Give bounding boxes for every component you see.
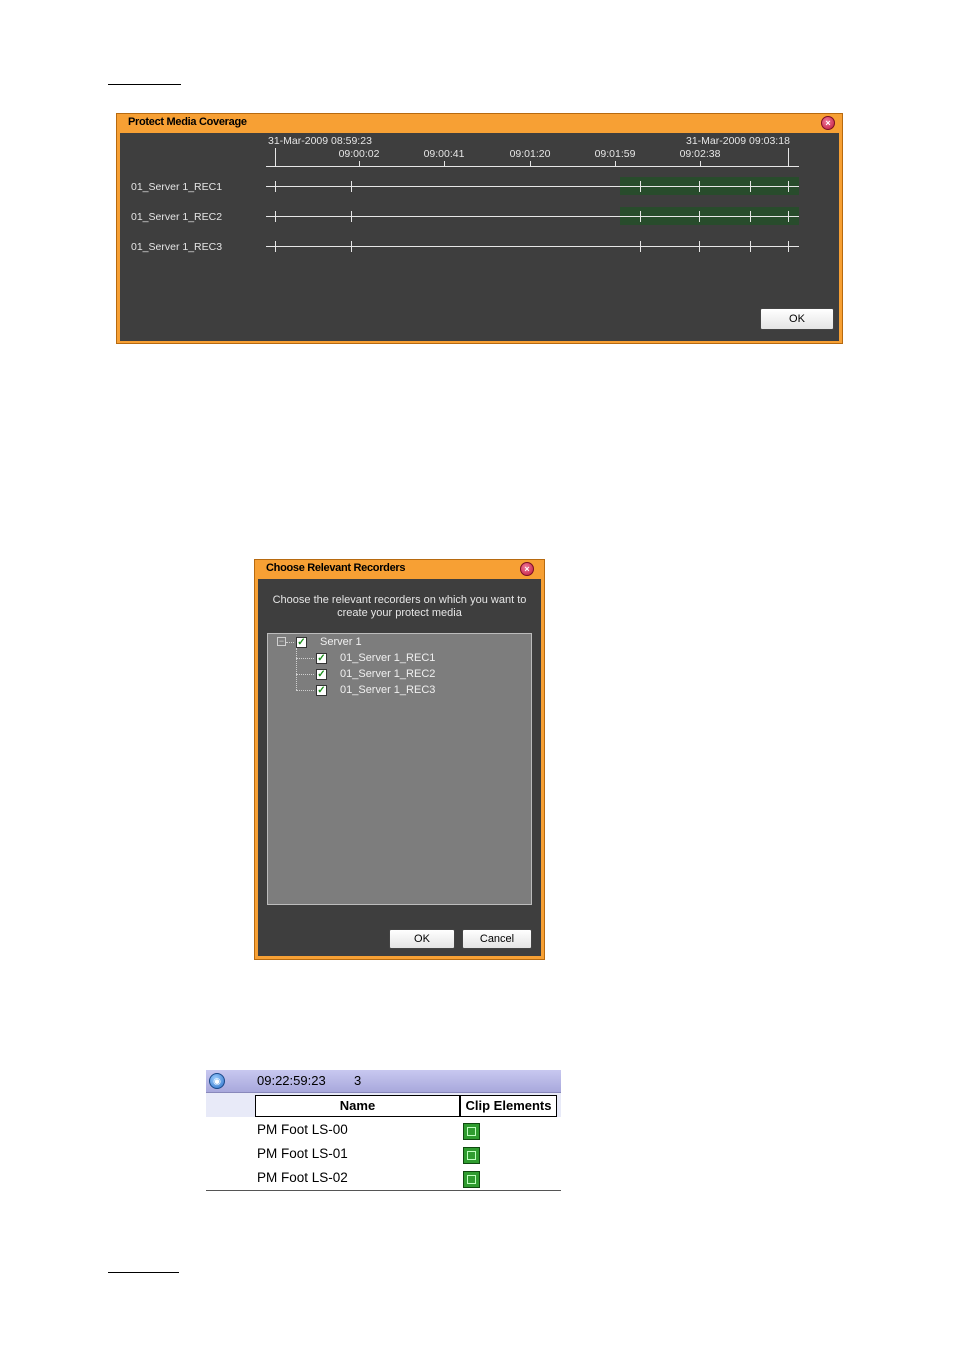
ruler-tick xyxy=(275,148,276,167)
tree-item-label[interactable]: 01_Server 1_REC2 xyxy=(340,668,435,680)
footer-rule xyxy=(108,1272,179,1273)
recorder-row-label: 01_Server 1_REC2 xyxy=(131,211,223,223)
tick-label: 09:02:38 xyxy=(679,148,721,160)
collapse-icon[interactable]: − xyxy=(277,637,286,646)
tick-label: 09:00:41 xyxy=(423,148,465,160)
tree-item-label[interactable]: 01_Server 1_REC3 xyxy=(340,684,435,696)
dialog-title: Protect Media Coverage xyxy=(128,116,247,128)
table-row[interactable]: PM Foot LS-02 xyxy=(257,1170,348,1185)
timeline-marker xyxy=(275,181,276,192)
timeline-marker xyxy=(750,181,751,192)
ruler-tick xyxy=(788,148,789,167)
cancel-button[interactable]: Cancel xyxy=(462,929,532,949)
column-header-clip-elements[interactable]: Clip Elements xyxy=(460,1095,557,1117)
clip-element-icon[interactable] xyxy=(463,1123,480,1140)
tick-label: 09:01:59 xyxy=(594,148,636,160)
close-icon[interactable]: × xyxy=(520,562,534,576)
timeline-marker xyxy=(275,211,276,222)
table-row[interactable]: PM Foot LS-00 xyxy=(257,1122,348,1137)
header-rule xyxy=(108,84,181,85)
timeline-marker xyxy=(699,181,700,192)
ruler-tick xyxy=(359,161,360,167)
list-bottom-border xyxy=(206,1190,561,1191)
recorder-checkbox[interactable]: ✓ xyxy=(316,669,327,680)
header-count: 3 xyxy=(354,1073,362,1088)
clip-list-header: ◉ 09:22:59:23 3 xyxy=(206,1070,561,1093)
tree-connector xyxy=(296,648,297,690)
timeline-marker xyxy=(750,211,751,222)
recorder-timeline xyxy=(266,216,799,217)
timeline-marker xyxy=(788,181,789,192)
ruler-tick xyxy=(530,161,531,167)
ok-button[interactable]: OK xyxy=(760,308,834,330)
table-row[interactable]: PM Foot LS-01 xyxy=(257,1146,348,1161)
server-checkbox[interactable]: ✓ xyxy=(296,637,307,648)
tree-connector xyxy=(296,674,314,675)
close-icon[interactable]: × xyxy=(821,116,835,130)
tree-connector xyxy=(296,690,314,691)
timeline-start-label: 31-Mar-2009 08:59:23 xyxy=(268,135,372,147)
instruction-text: Choose the relevant recorders on which y… xyxy=(272,594,527,606)
timeline-marker xyxy=(699,241,700,252)
tick-label: 09:00:02 xyxy=(338,148,380,160)
ruler-tick xyxy=(700,161,701,167)
timeline-marker xyxy=(351,181,352,192)
recorder-checkbox[interactable]: ✓ xyxy=(316,685,327,696)
ruler-tick xyxy=(615,161,616,167)
ruler-tick xyxy=(444,161,445,167)
timeline-marker xyxy=(275,241,276,252)
recorder-row-label: 01_Server 1_REC1 xyxy=(131,181,223,193)
protect-media-coverage-dialog: Protect Media Coverage × 31-Mar-2009 08:… xyxy=(116,113,843,344)
coverage-body: 31-Mar-2009 08:59:23 31-Mar-2009 09:03:1… xyxy=(120,133,839,341)
instruction-text: create your protect media xyxy=(337,607,462,619)
timeline-marker xyxy=(788,211,789,222)
timeline-marker xyxy=(351,241,352,252)
timeline-marker xyxy=(351,211,352,222)
timeline-marker xyxy=(640,211,641,222)
tree-connector xyxy=(286,642,294,643)
timeline-ruler xyxy=(266,166,799,167)
network-icon[interactable]: ◉ xyxy=(209,1073,225,1089)
timeline-marker xyxy=(788,241,789,252)
timeline-marker xyxy=(640,241,641,252)
clip-element-icon[interactable] xyxy=(463,1147,480,1164)
header-timecode: 09:22:59:23 xyxy=(257,1073,326,1088)
recorder-timeline xyxy=(266,186,799,187)
timeline-marker xyxy=(640,181,641,192)
choose-recorders-dialog: Choose Relevant Recorders × Choose the r… xyxy=(254,559,545,960)
tick-label: 09:01:20 xyxy=(509,148,551,160)
clip-element-icon[interactable] xyxy=(463,1171,480,1188)
recorder-row-label: 01_Server 1_REC3 xyxy=(131,241,223,253)
timeline-marker xyxy=(750,241,751,252)
recorder-timeline xyxy=(266,246,799,247)
tree-connector xyxy=(296,658,314,659)
column-header-name[interactable]: Name xyxy=(255,1095,460,1117)
timeline-marker xyxy=(699,211,700,222)
recorders-body: Choose the relevant recorders on which y… xyxy=(258,579,541,956)
recorder-checkbox[interactable]: ✓ xyxy=(316,653,327,664)
clip-list-panel: ◉ 09:22:59:23 3 Name Clip Elements PM Fo… xyxy=(206,1070,561,1192)
tree-item-label[interactable]: Server 1 xyxy=(320,636,362,648)
timeline-end-label: 31-Mar-2009 09:03:18 xyxy=(686,135,790,147)
recorder-tree: − ✓ Server 1 ✓ 01_Server 1_REC1 ✓ 01_Ser… xyxy=(267,633,532,905)
tree-item-label[interactable]: 01_Server 1_REC1 xyxy=(340,652,435,664)
ok-button[interactable]: OK xyxy=(389,929,455,949)
dialog-title: Choose Relevant Recorders xyxy=(266,562,406,574)
